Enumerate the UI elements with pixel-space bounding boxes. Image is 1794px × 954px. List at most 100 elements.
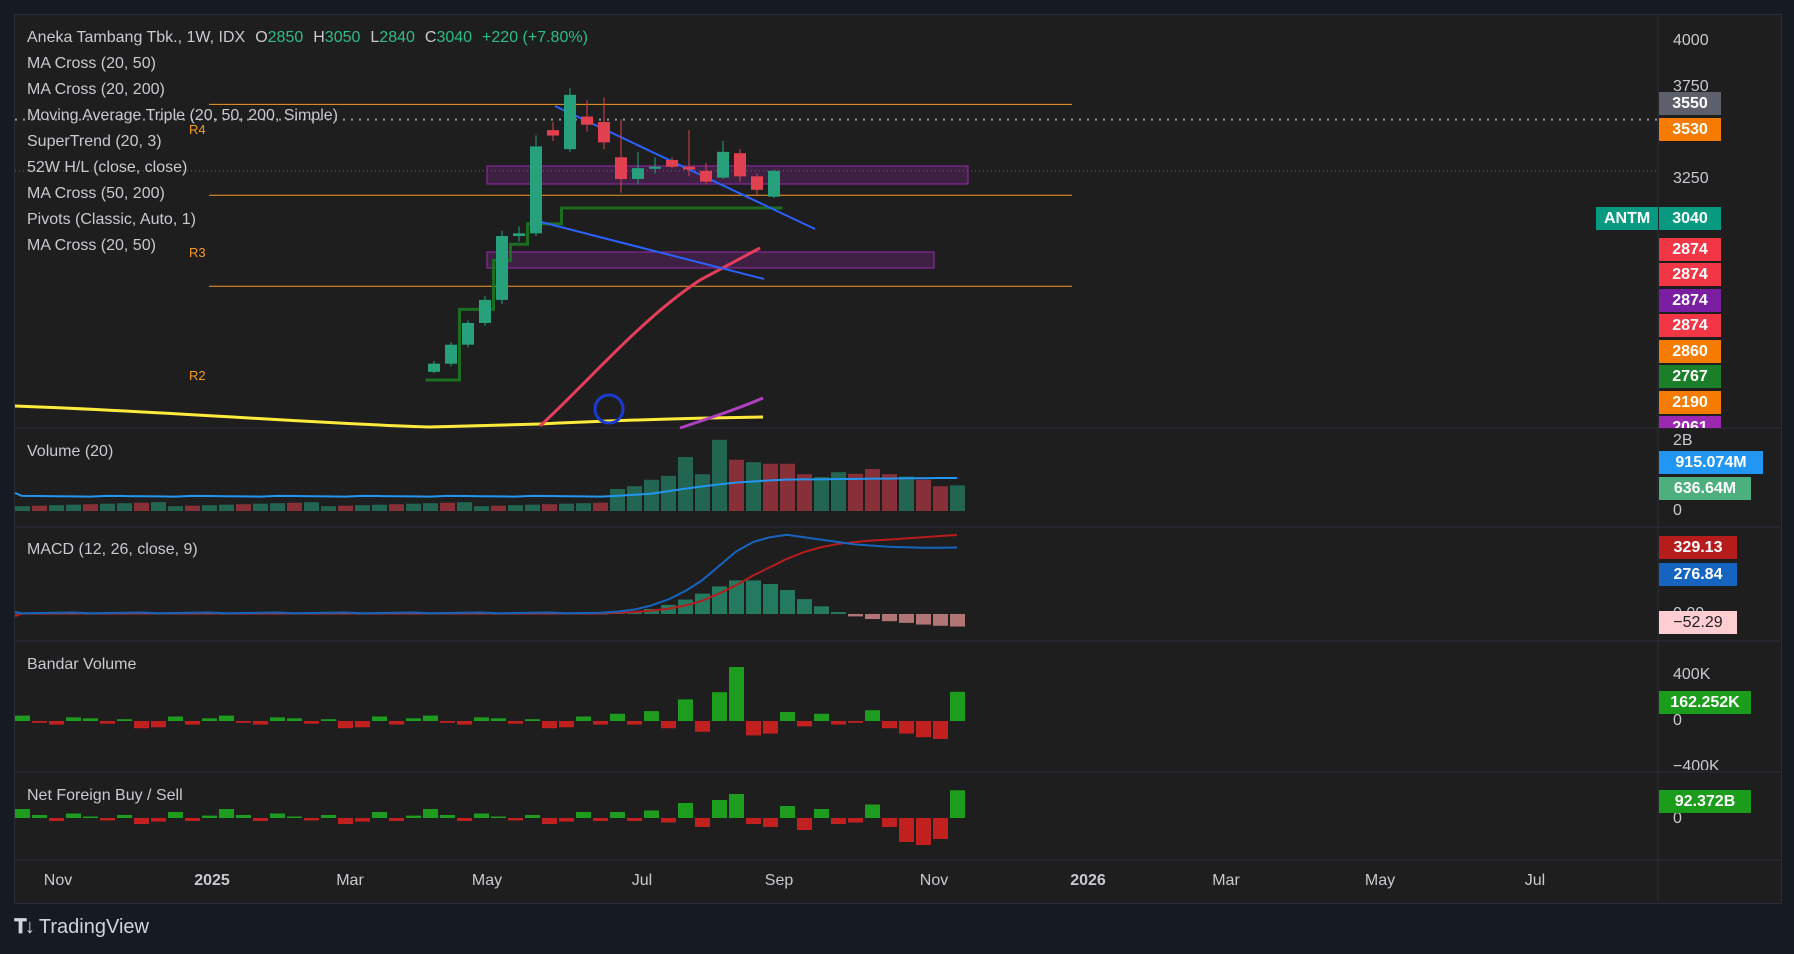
foreign-bar <box>729 794 744 818</box>
bandar-bar <box>457 721 472 725</box>
candle-body <box>445 344 457 364</box>
bandar-bar <box>661 721 676 729</box>
macd-pane-title[interactable]: MACD (12, 26, close, 9) <box>27 541 198 559</box>
candle-body <box>717 151 729 178</box>
price-axis-label: 4000 <box>1673 32 1709 49</box>
volume-bar <box>780 463 795 511</box>
bandar-bar <box>117 719 132 721</box>
foreign-bar <box>865 804 880 818</box>
bandar-bar <box>83 718 98 721</box>
foreign-bar <box>831 818 846 824</box>
foreign-bar <box>593 818 608 821</box>
price-tag: 2874 <box>1659 263 1721 286</box>
volume-bar <box>338 505 353 511</box>
low-value: 2840 <box>379 29 415 46</box>
ma-50-line <box>679 396 764 430</box>
volume-bar <box>219 504 234 511</box>
volume-bar <box>372 504 387 511</box>
foreign-bar <box>678 803 693 818</box>
macd-hist-bar <box>814 606 829 614</box>
foreign-tag: 92.372B <box>1659 790 1751 813</box>
volume-bar <box>185 505 200 511</box>
high-value: 3050 <box>324 29 361 46</box>
volume-bar <box>661 475 676 511</box>
price-tag: 3550 <box>1659 92 1721 115</box>
bandar-bar <box>950 691 965 721</box>
volume-bar <box>950 485 965 511</box>
foreign-bar <box>185 818 200 821</box>
time-axis-label: Jul <box>631 872 653 889</box>
volume-bar <box>712 439 727 511</box>
bandar-axis-label: 400K <box>1673 666 1711 683</box>
foreign-bar <box>508 818 523 821</box>
bandar-bar <box>593 721 608 725</box>
foreign-bar <box>457 818 472 821</box>
foreign-pane-title[interactable]: Net Foreign Buy / Sell <box>27 787 183 805</box>
volume-pane-title[interactable]: Volume (20) <box>27 443 113 461</box>
candle-body <box>632 168 644 180</box>
volume-bar <box>321 506 336 511</box>
bandar-bar <box>627 721 642 725</box>
indicator-legend-7[interactable]: Pivots (Classic, Auto, 1) <box>27 211 196 229</box>
foreign-bar <box>440 815 455 818</box>
candle-body <box>564 94 576 150</box>
macd-hist-bar <box>865 614 880 620</box>
price-tag: 2874 <box>1659 289 1721 312</box>
volume-ma-tag: 915.074M <box>1659 451 1763 474</box>
macd-hist-bar <box>746 580 761 614</box>
volume-bar <box>933 486 948 511</box>
indicator-legend-2[interactable]: MA Cross (20, 200) <box>27 81 165 99</box>
indicator-legend-6[interactable]: MA Cross (50, 200) <box>27 185 165 203</box>
tradingview-logo[interactable]: 𝐓↓ TradingView <box>14 916 149 939</box>
bandar-bar <box>474 717 489 721</box>
pivot-r3-label: R3 <box>189 245 206 260</box>
indicator-legend-4[interactable]: SuperTrend (20, 3) <box>27 133 162 151</box>
volume-bar <box>66 504 81 511</box>
volume-bar <box>15 506 30 511</box>
time-axis-label: Mar <box>336 872 364 889</box>
bandar-bar <box>831 721 846 725</box>
bandar-bar <box>287 718 302 721</box>
bandar-pane-title[interactable]: Bandar Volume <box>27 656 136 674</box>
indicator-legend-1[interactable]: MA Cross (20, 50) <box>27 55 156 73</box>
bandar-bar <box>746 721 761 736</box>
symbol-badge[interactable]: ANTM <box>1596 207 1659 230</box>
bandar-bar <box>338 721 353 729</box>
foreign-bar <box>916 818 931 845</box>
price-axis-label: 3250 <box>1673 170 1709 187</box>
foreign-bar <box>355 818 370 822</box>
macd-hist-bar <box>899 614 914 623</box>
foreign-bar <box>100 818 115 821</box>
indicator-legend-5[interactable]: 52W H/L (close, close) <box>27 159 187 177</box>
volume-bar <box>100 503 115 511</box>
bandar-bar <box>406 718 421 721</box>
bandar-bar <box>151 721 166 728</box>
candle-body <box>615 157 627 180</box>
indicator-legend-3[interactable]: Moving Average Triple (20, 50, 200, Simp… <box>27 107 338 125</box>
foreign-bar <box>372 812 387 818</box>
time-axis-label: May <box>1364 872 1396 889</box>
volume-bar <box>865 469 880 511</box>
foreign-bar <box>695 818 710 827</box>
foreign-bar <box>236 815 251 818</box>
bandar-bar <box>236 721 251 723</box>
wedge-lower-line <box>536 220 765 280</box>
chart-canvas[interactable] <box>0 0 1794 954</box>
indicator-legend-8[interactable]: MA Cross (20, 50) <box>27 237 156 255</box>
volume-bar <box>287 502 302 511</box>
pivot-r4-label: R4 <box>189 122 206 137</box>
volume-bar <box>440 502 455 511</box>
price-tag: 2190 <box>1659 391 1721 414</box>
candle-body <box>496 236 508 300</box>
supertrend-line <box>425 206 783 382</box>
foreign-bar <box>780 806 795 818</box>
bandar-tag: 162.252K <box>1659 691 1751 714</box>
bandar-bar <box>797 721 812 727</box>
symbol-legend[interactable]: Aneka Tambang Tbk., 1W, IDX O2850 H3050 L28… <box>27 29 588 47</box>
bandar-bar <box>763 721 778 734</box>
foreign-bar <box>66 813 81 818</box>
volume-bar <box>882 474 897 511</box>
candle-body <box>479 299 491 323</box>
candle-body <box>751 176 763 190</box>
volume-bar <box>576 503 591 511</box>
